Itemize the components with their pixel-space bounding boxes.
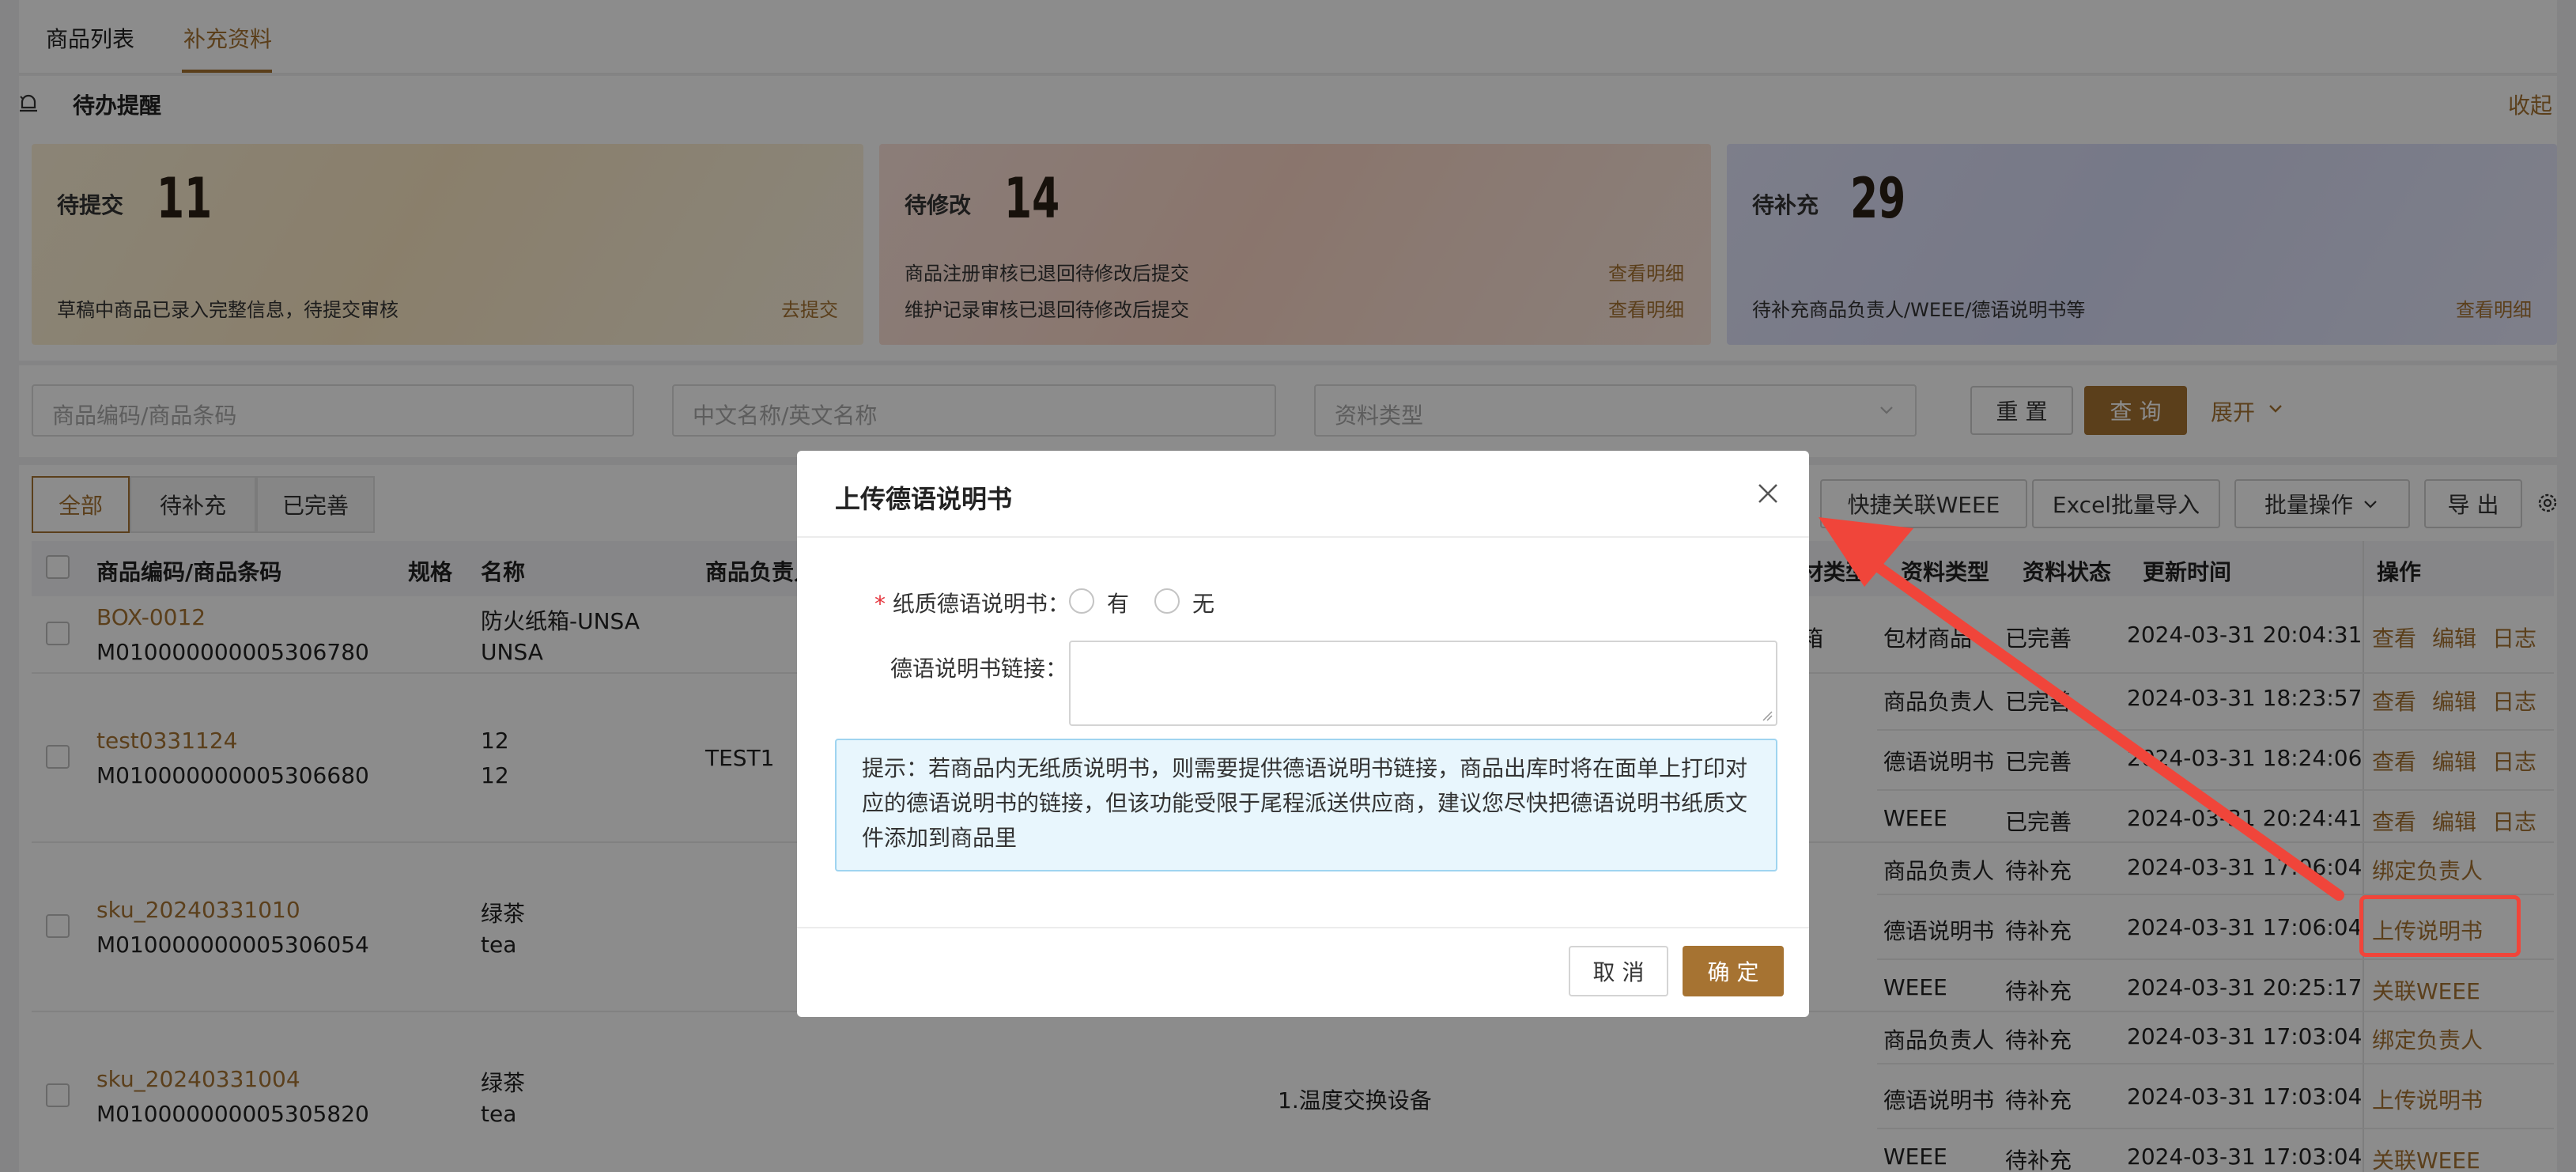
page: 商品列表 补充资料 待办提醒 收起 待提交 11 草稿中商品已录入完整信息，待提… (0, 0, 2576, 1172)
annotation-arrow-icon (1819, 517, 2344, 901)
